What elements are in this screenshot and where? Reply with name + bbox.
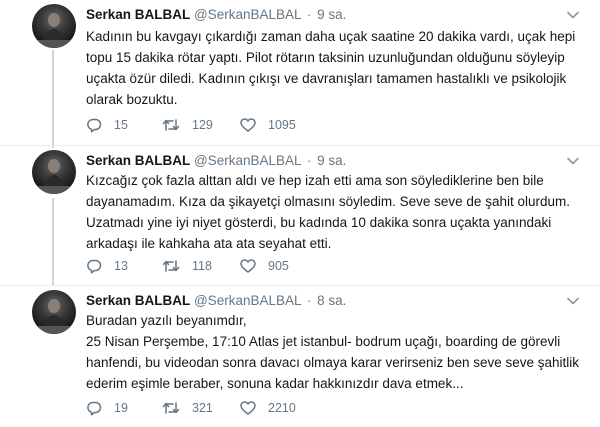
retweet-button[interactable]: 118 — [162, 258, 240, 274]
tweet-text-line: ederim eşimle beraber, sonuna kadar hakk… — [86, 376, 464, 391]
tweet-text: Kızcağız çok fazla alttan aldı ve hep iz… — [86, 170, 586, 254]
reply-count: 13 — [114, 259, 128, 273]
retweet-icon — [162, 402, 180, 414]
author-name[interactable]: Serkan BALBAL — [86, 7, 190, 22]
reply-count: 15 — [114, 118, 128, 132]
retweet-icon — [162, 260, 180, 272]
chevron-down-icon[interactable] — [566, 294, 580, 308]
retweet-button[interactable]: 129 — [162, 117, 240, 133]
like-icon — [240, 118, 256, 132]
tweet-header: Serkan BALBAL @SerkanBALBAL · 9 sa. — [86, 6, 346, 24]
like-icon — [240, 259, 256, 273]
avatar[interactable] — [32, 290, 76, 334]
chevron-down-icon[interactable] — [566, 154, 580, 168]
author-name[interactable]: Serkan BALBAL — [86, 293, 190, 308]
tweet[interactable]: Serkan BALBAL @SerkanBALBAL · 8 sa. Bura… — [0, 286, 600, 427]
tweet[interactable]: Serkan BALBAL @SerkanBALBAL · 9 sa. Kadı… — [0, 0, 600, 146]
like-button[interactable]: 1095 — [240, 117, 330, 133]
tweet-text-line: Uzatmadı yine iyi niyet gösterdi, bu kad… — [86, 215, 552, 230]
tweet-text-line: olarak bozuktu. — [86, 92, 178, 107]
author-name[interactable]: Serkan BALBAL — [86, 153, 190, 168]
author-handle[interactable]: @SerkanBALBAL — [194, 293, 301, 308]
chevron-down-icon[interactable] — [566, 8, 580, 22]
like-button[interactable]: 2210 — [240, 400, 330, 416]
tweet-text: Buradan yazılı beyanımdır, 25 Nisan Perş… — [86, 310, 586, 394]
reply-icon — [87, 118, 102, 133]
tweet-text-line: Kızcağız çok fazla alttan aldı ve hep iz… — [86, 173, 544, 188]
tweet-text-line: 25 Nisan Perşembe, 17:10 Atlas jet istan… — [86, 334, 561, 349]
retweet-count: 118 — [192, 259, 212, 273]
tweet-text-line: dayanamadım. Kıza da şikayetçi olmasını … — [86, 194, 570, 209]
author-handle[interactable]: @SerkanBALBAL — [194, 153, 301, 168]
retweet-count: 129 — [192, 118, 213, 132]
like-count: 1095 — [268, 118, 296, 132]
reply-button[interactable]: 13 — [86, 258, 162, 274]
reply-icon — [87, 259, 102, 274]
reply-button[interactable]: 15 — [86, 117, 162, 133]
avatar[interactable] — [32, 150, 76, 194]
tweet-text-line: uçakta özür diledi. Kadının çıkışı ve da… — [86, 71, 567, 86]
timestamp[interactable]: 9 sa. — [317, 153, 346, 168]
tweet[interactable]: Serkan BALBAL @SerkanBALBAL · 9 sa. Kızc… — [0, 146, 600, 286]
like-count: 2210 — [268, 401, 296, 415]
like-button[interactable]: 905 — [240, 258, 330, 274]
avatar[interactable] — [32, 4, 76, 48]
retweet-icon — [162, 119, 180, 131]
timestamp[interactable]: 9 sa. — [317, 7, 346, 22]
tweet-text: Kadının bu kavgayı çıkardığı zaman daha … — [86, 26, 586, 110]
tweet-text-line: Kadının bu kavgayı çıkardığı zaman daha … — [86, 29, 576, 44]
reply-icon — [87, 401, 102, 416]
separator-dot: · — [306, 153, 312, 168]
reply-button[interactable]: 19 — [86, 400, 162, 416]
tweet-actions: 19 321 2210 — [86, 398, 330, 418]
author-handle[interactable]: @SerkanBALBAL — [194, 7, 301, 22]
retweet-button[interactable]: 321 — [162, 400, 240, 416]
tweet-text-line: arkadaşı ile kahkaha ata ata seyahat ett… — [86, 236, 332, 251]
tweet-header: Serkan BALBAL @SerkanBALBAL · 9 sa. — [86, 152, 346, 170]
tweet-actions: 15 129 1095 — [86, 115, 330, 135]
reply-count: 19 — [114, 401, 128, 415]
retweet-count: 321 — [192, 401, 213, 415]
tweet-actions: 13 118 905 — [86, 256, 330, 276]
separator-dot: · — [306, 7, 312, 22]
tweet-text-line: hanfendi, bu videodan sonra davacı olmay… — [86, 355, 580, 370]
tweet-header: Serkan BALBAL @SerkanBALBAL · 8 sa. — [86, 292, 346, 310]
timeline: Serkan BALBAL @SerkanBALBAL · 9 sa. Kadı… — [0, 0, 600, 427]
tweet-text-line: topu 15 dakika rötar yaptı. Pilot rötarı… — [86, 50, 565, 65]
timestamp[interactable]: 8 sa. — [317, 293, 346, 308]
tweet-text-line: Buradan yazılı beyanımdır, — [86, 313, 247, 328]
like-icon — [240, 401, 256, 415]
like-count: 905 — [268, 259, 289, 273]
separator-dot: · — [306, 293, 312, 308]
